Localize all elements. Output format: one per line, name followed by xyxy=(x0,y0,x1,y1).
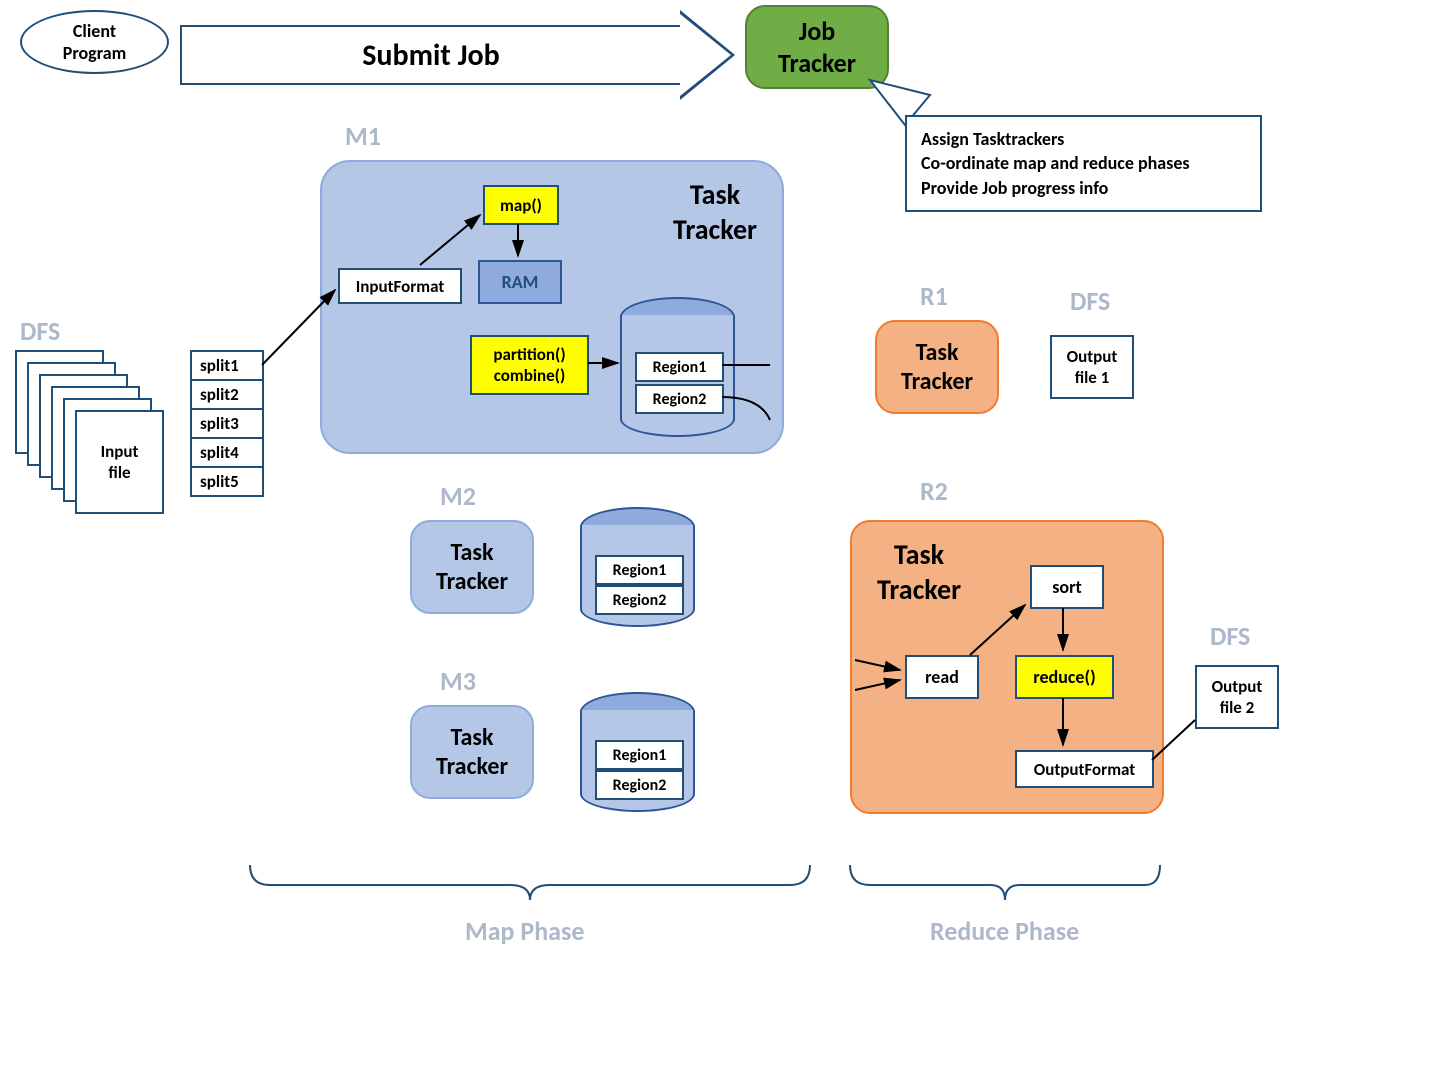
input-file-stack: Input file xyxy=(15,350,165,510)
ram-box: RAM xyxy=(478,260,562,304)
task-tracker-label: Task Tracker xyxy=(673,177,757,247)
label-map-phase: Map Phase xyxy=(465,915,584,947)
split-item: split1 xyxy=(192,352,262,381)
label-m2: M2 xyxy=(440,480,476,512)
m1-region1: Region1 xyxy=(635,352,724,382)
callout-line: Provide Job progress info xyxy=(921,176,1246,200)
splits-list: split1 split2 split3 split4 split5 xyxy=(190,350,264,497)
label-m3: M3 xyxy=(440,665,476,697)
label-dfs-r1: DFS xyxy=(1070,285,1110,317)
input-format-box: InputFormat xyxy=(338,268,462,304)
m3-task-tracker: Task Tracker xyxy=(410,705,534,799)
job-tracker: Job Tracker xyxy=(745,5,889,89)
r2-output-file: Output file 2 xyxy=(1195,665,1279,729)
label-r2: R2 xyxy=(920,475,948,507)
callout-line: Assign Tasktrackers xyxy=(921,127,1246,151)
split-item: split4 xyxy=(192,439,262,468)
map-box: map() xyxy=(483,185,559,225)
submit-job-arrow: Submit Job xyxy=(180,10,735,100)
job-tracker-callout: Assign Tasktrackers Co-ordinate map and … xyxy=(905,115,1262,212)
callout-line: Co-ordinate map and reduce phases xyxy=(921,151,1246,175)
label-r1: R1 xyxy=(920,280,948,312)
label-reduce-phase: Reduce Phase xyxy=(930,915,1079,947)
r2-read-box: read xyxy=(905,655,979,699)
r2-reduce-box: reduce() xyxy=(1015,655,1114,699)
r2-output-format-box: OutputFormat xyxy=(1015,750,1154,788)
m2-region1: Region1 xyxy=(595,555,684,585)
task-tracker-label: Task Tracker xyxy=(877,537,961,607)
partition-combine-box: partition() combine() xyxy=(470,335,589,395)
split-item: split3 xyxy=(192,410,262,439)
label-dfs-left: DFS xyxy=(20,315,60,347)
m3-region2: Region2 xyxy=(595,770,684,800)
m2-region2: Region2 xyxy=(595,585,684,615)
split-item: split5 xyxy=(192,468,262,495)
r2-sort-box: sort xyxy=(1030,565,1104,609)
m2-task-tracker: Task Tracker xyxy=(410,520,534,614)
label-dfs-r2: DFS xyxy=(1210,620,1250,652)
split-item: split2 xyxy=(192,381,262,410)
client-program: Client Program xyxy=(20,10,169,74)
m3-region1: Region1 xyxy=(595,740,684,770)
r1-task-tracker: Task Tracker xyxy=(875,320,999,414)
label-m1: M1 xyxy=(345,120,381,152)
r1-output-file: Output file 1 xyxy=(1050,335,1134,399)
m1-region2: Region2 xyxy=(635,384,724,414)
